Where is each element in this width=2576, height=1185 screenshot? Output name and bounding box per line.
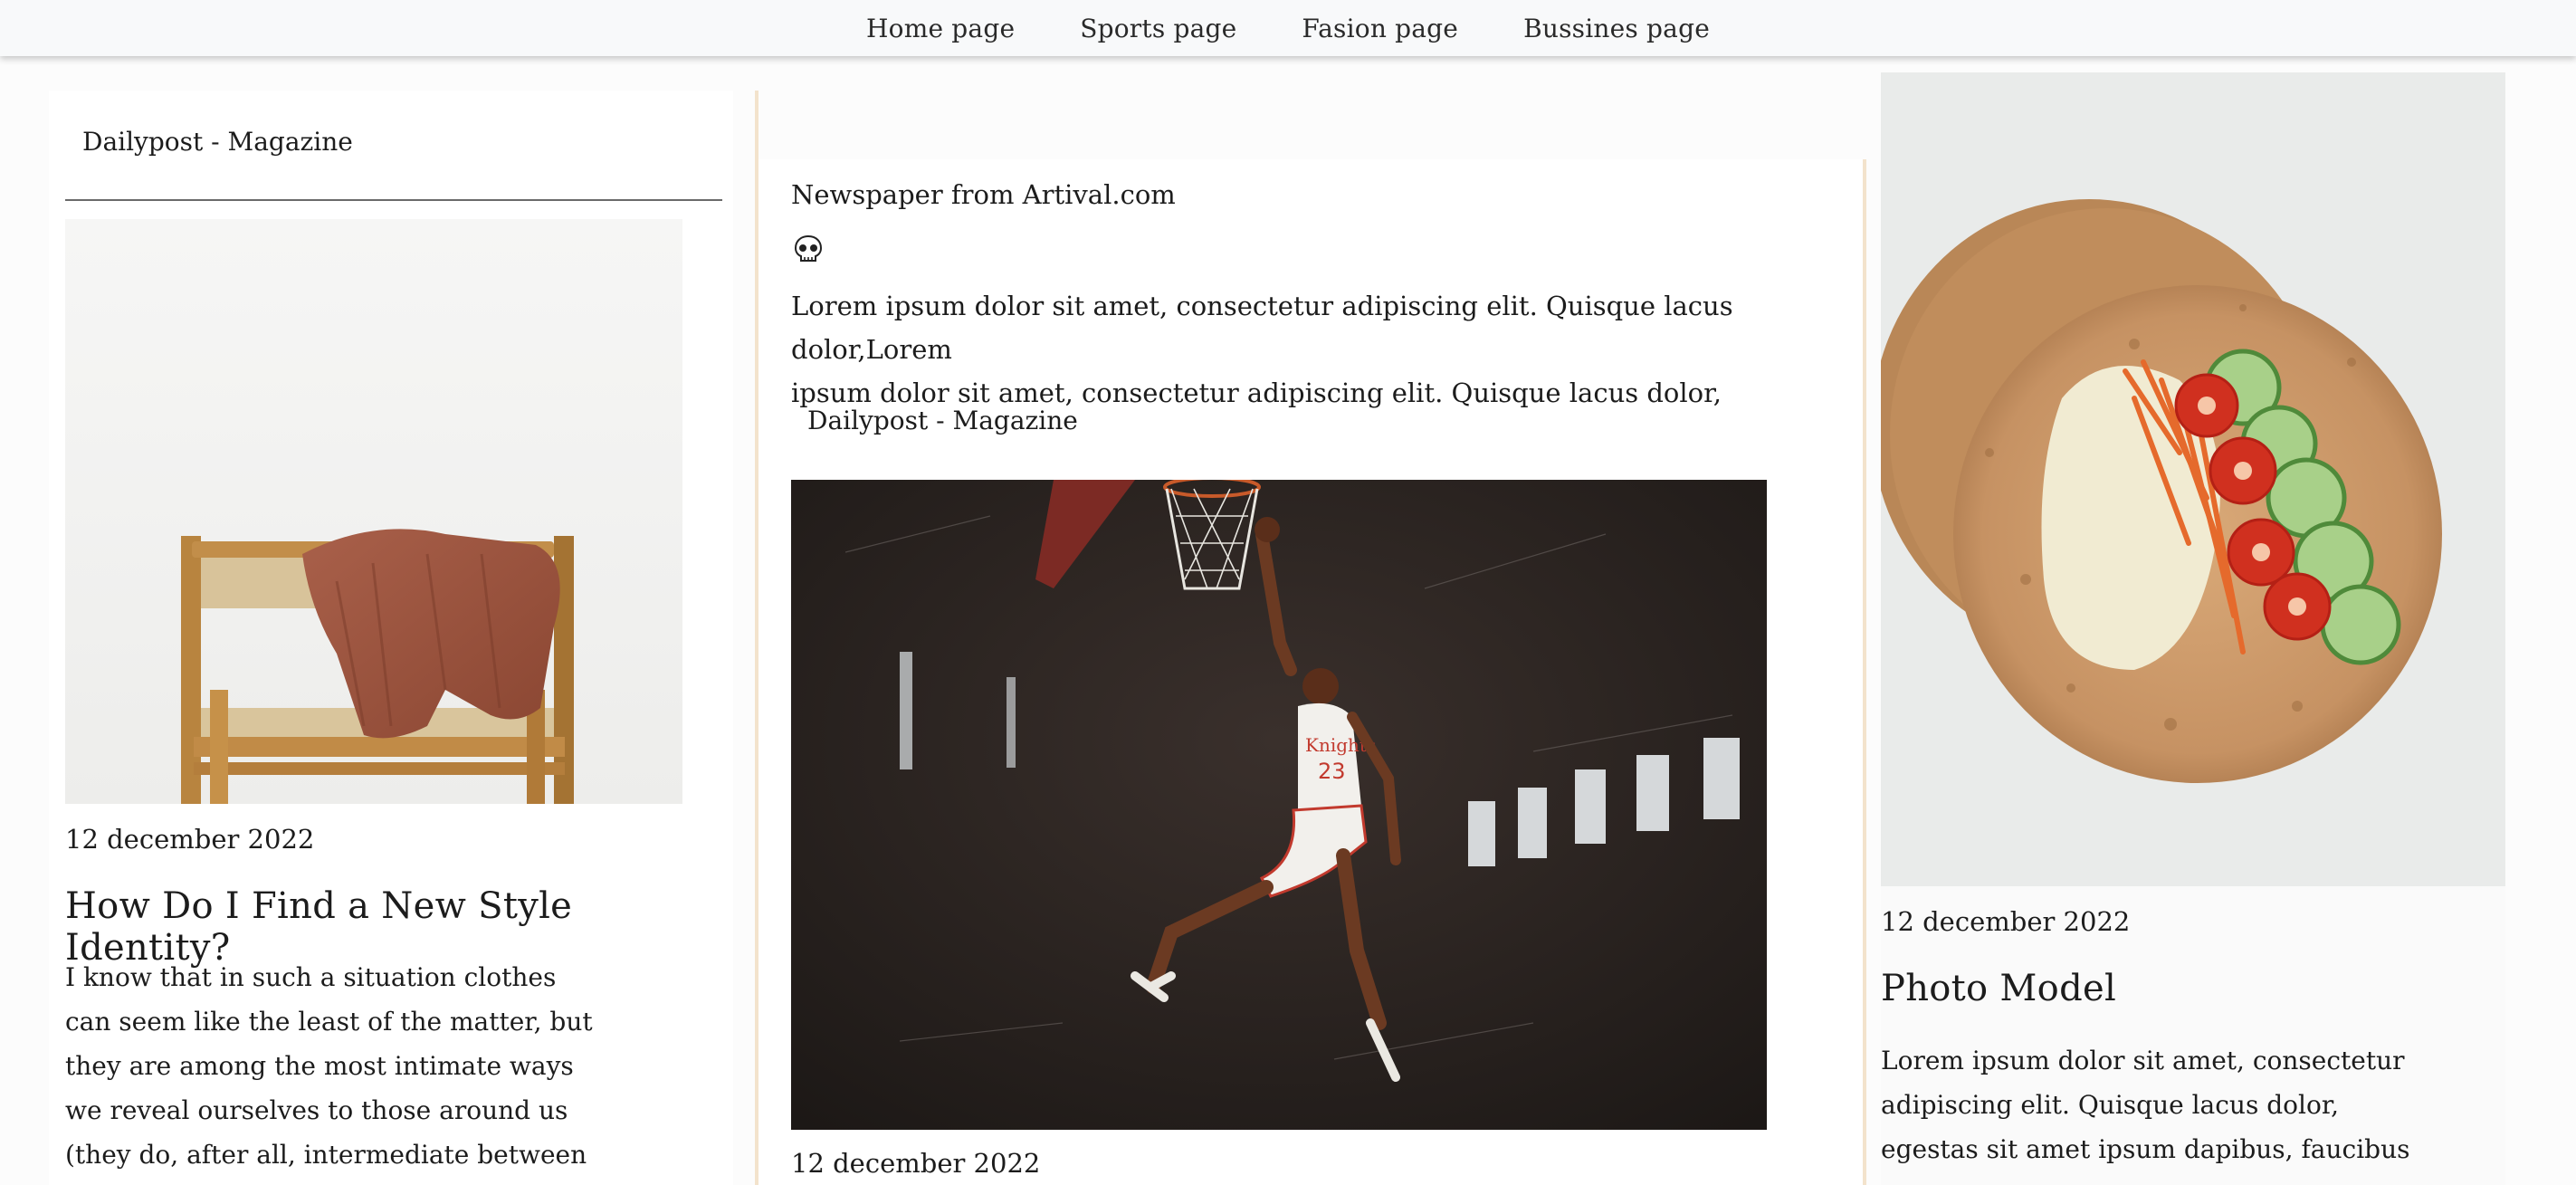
middle-article-image[interactable]: Knights 23: [791, 480, 1767, 1130]
middle-intro-text: Lorem ipsum dolor sit amet, consectetur …: [791, 284, 1866, 415]
middle-right-border: [1863, 159, 1866, 1185]
left-brand-label: Dailypost - Magazine: [82, 127, 353, 157]
left-article-image[interactable]: [65, 219, 682, 804]
middle-article-card: Newspaper from Artival.com Lorem ipsum d…: [755, 91, 1866, 1185]
left-body-line: they are among the most intimate ways: [65, 1051, 574, 1081]
chair-sweater-illustration: [65, 219, 682, 804]
skull-icon: [794, 234, 823, 262]
middle-brand-label: Dailypost - Magazine: [807, 406, 1078, 435]
left-article-date: 12 december 2022: [65, 824, 315, 855]
left-article-body: I know that in such a situation clothes …: [65, 955, 593, 1177]
nav-home-link[interactable]: Home page: [866, 14, 1015, 43]
right-article-date: 12 december 2022: [1881, 906, 2131, 937]
basketball-dunk-illustration: Knights 23: [791, 480, 1767, 1130]
left-body-line: we reveal ourselves to those around us: [65, 1095, 568, 1125]
left-article-card: Dailypost - Magazine 12 december 2022 Ho…: [49, 91, 733, 1185]
right-article-body: Lorem ipsum dolor sit amet, consectetur …: [1881, 1038, 2410, 1171]
nav-sports-link[interactable]: Sports page: [1080, 14, 1236, 43]
top-navigation: Home page Sports page Fasion page Bussin…: [0, 0, 2576, 56]
right-article-card: 12 december 2022 Photo Model Lorem ipsum…: [1881, 72, 2505, 1185]
right-article-title[interactable]: Photo Model: [1881, 968, 2116, 1009]
nav-business-link[interactable]: Bussines page: [1523, 14, 1710, 43]
nav-fashion-link[interactable]: Fasion page: [1302, 14, 1458, 43]
left-body-line: (they do, after all, intermediate betwee…: [65, 1140, 587, 1170]
right-body-line: Lorem ipsum dolor sit amet, consectetur: [1881, 1046, 2405, 1075]
right-body-line: egestas sit amet ipsum dapibus, faucibus: [1881, 1134, 2410, 1164]
right-body-line: adipiscing elit. Quisque lacus dolor,: [1881, 1090, 2340, 1120]
middle-intro-line: Lorem ipsum dolor sit amet, consectetur …: [791, 291, 1733, 365]
svg-text:23: 23: [1318, 759, 1346, 784]
middle-article-date: 12 december 2022: [791, 1148, 1041, 1179]
right-article-image[interactable]: [1881, 72, 2505, 886]
left-body-line: I know that in such a situation clothes: [65, 962, 557, 992]
left-divider: [65, 199, 722, 201]
left-body-line: can seem like the least of the matter, b…: [65, 1007, 593, 1037]
middle-source-label[interactable]: Newspaper from Artival.com: [791, 179, 1176, 210]
tortilla-wrap-illustration: [1881, 72, 2505, 886]
